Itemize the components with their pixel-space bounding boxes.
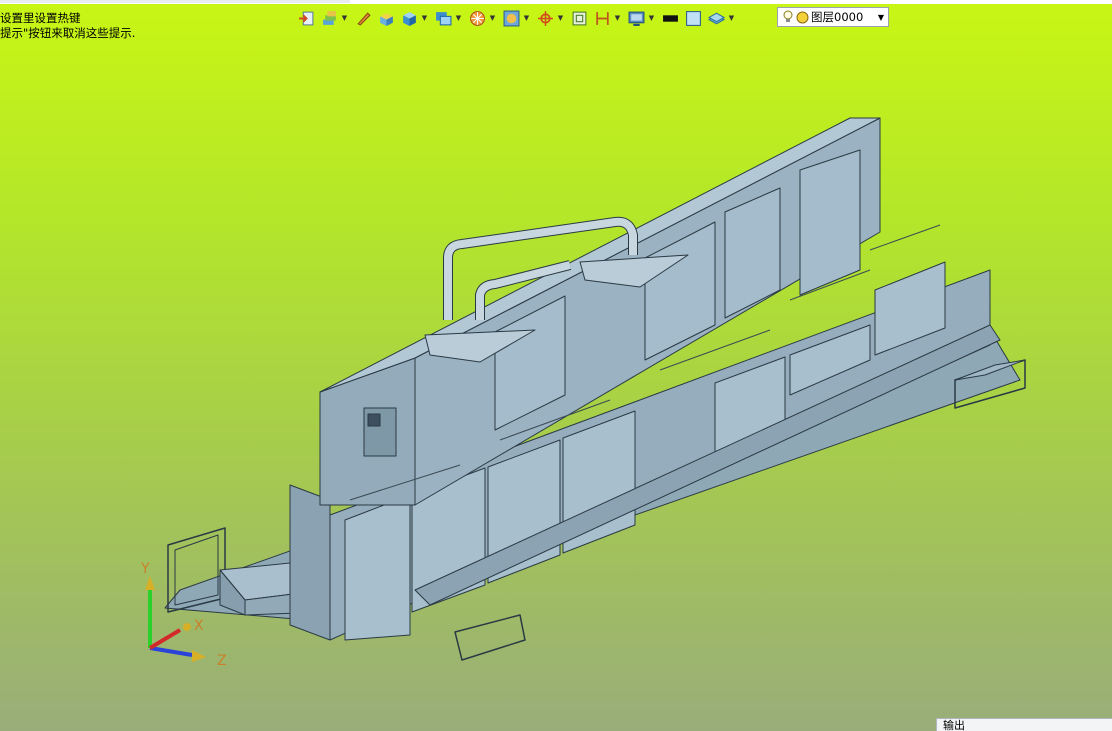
render-dropdown[interactable]: ▼ xyxy=(489,7,496,29)
fill-color-button[interactable] xyxy=(682,7,704,29)
dimension-dropdown[interactable]: ▼ xyxy=(614,7,621,29)
dimension-button[interactable] xyxy=(591,7,613,29)
render-icon xyxy=(469,10,485,26)
z-axis-label: Z xyxy=(217,653,227,669)
layer-selector[interactable]: 图层0000 ▼ xyxy=(777,7,889,27)
dimension-icon xyxy=(595,11,609,25)
view-button[interactable] xyxy=(432,7,454,29)
frame-icon xyxy=(572,11,586,25)
cabinet-door xyxy=(344,494,411,641)
output-panel[interactable]: 输出 xyxy=(936,718,1112,731)
box-icon xyxy=(379,12,393,26)
layer-color-icon[interactable] xyxy=(795,9,809,25)
z-axis-arrow xyxy=(192,650,206,662)
fill-color-icon xyxy=(685,10,701,26)
view-toolbar: ▼ ▼ ▼ ▼ ▼ ▼ ▼ ▼ ▼ xyxy=(295,7,738,29)
bulb-icon[interactable] xyxy=(781,9,795,25)
layer-name: 图层0000 xyxy=(811,10,864,24)
shade-button[interactable] xyxy=(500,7,522,29)
layer-dropdown-arrow[interactable]: ▼ xyxy=(874,13,888,22)
display-icon xyxy=(628,11,644,26)
machine-model[interactable] xyxy=(164,117,1026,661)
cube-dropdown[interactable]: ▼ xyxy=(421,7,428,29)
plane-button[interactable] xyxy=(705,7,727,29)
plane-icon xyxy=(707,12,725,24)
snap-button[interactable] xyxy=(534,7,556,29)
shade-dropdown[interactable]: ▼ xyxy=(523,7,530,29)
x-axis-label: X xyxy=(194,618,204,634)
view-dropdown[interactable]: ▼ xyxy=(455,7,462,29)
line-color-icon xyxy=(662,14,678,22)
layers-icon xyxy=(322,10,336,25)
snap-dropdown[interactable]: ▼ xyxy=(557,7,564,29)
pen-icon xyxy=(356,11,371,26)
frame-button[interactable] xyxy=(568,7,590,29)
exit-icon xyxy=(298,11,313,25)
cube-button[interactable] xyxy=(398,7,420,29)
y-axis-arrow xyxy=(145,576,155,590)
render-button[interactable] xyxy=(466,7,488,29)
exit-button[interactable] xyxy=(295,7,317,29)
view-icon xyxy=(435,11,451,25)
line-color-button[interactable] xyxy=(659,7,681,29)
display-dropdown[interactable]: ▼ xyxy=(648,7,655,29)
snap-icon xyxy=(537,10,553,26)
3d-viewport[interactable]: Y X Z xyxy=(0,0,1112,731)
layers-button[interactable] xyxy=(318,7,340,29)
cube-icon xyxy=(402,11,416,26)
box-button[interactable] xyxy=(375,7,397,29)
y-axis-label: Y xyxy=(140,561,150,577)
display-button[interactable] xyxy=(625,7,647,29)
axis-triad: Y X Z xyxy=(140,561,227,669)
x-axis-arrow xyxy=(183,623,191,631)
shade-icon xyxy=(503,10,519,26)
output-panel-title: 输出 xyxy=(943,719,965,731)
layers-dropdown[interactable]: ▼ xyxy=(341,7,348,29)
pen-button[interactable] xyxy=(352,7,374,29)
plane-dropdown[interactable]: ▼ xyxy=(728,7,735,29)
